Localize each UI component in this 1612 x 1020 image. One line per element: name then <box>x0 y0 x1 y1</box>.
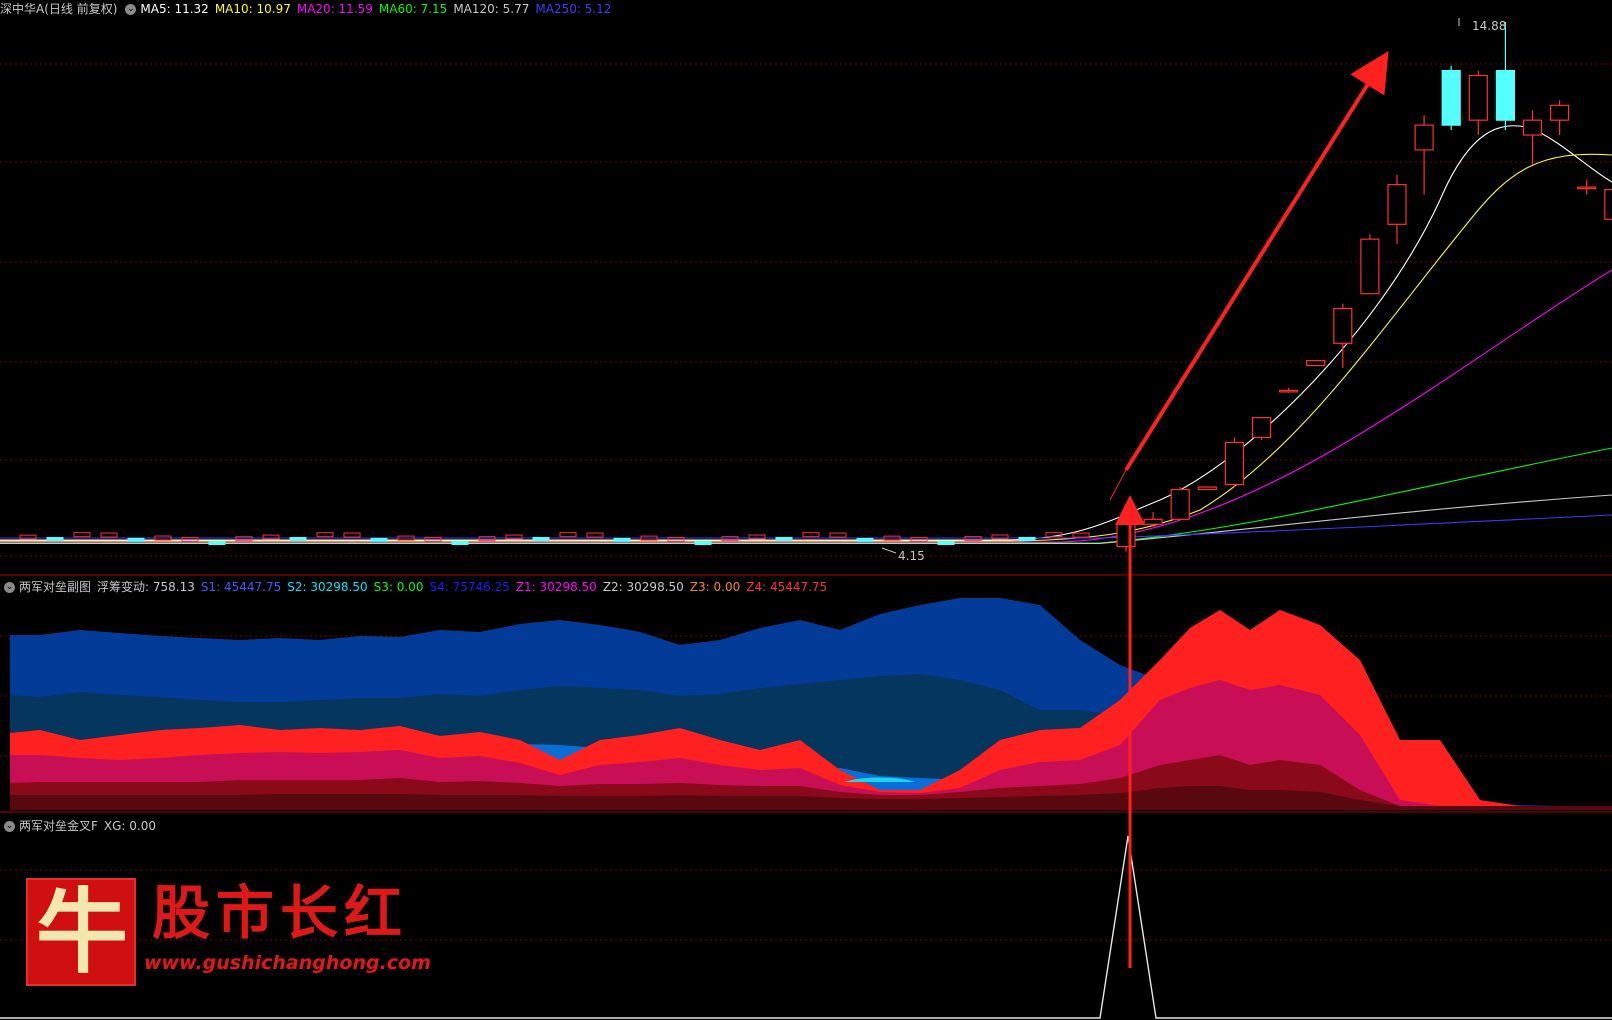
candle <box>1604 188 1612 220</box>
ma-line <box>0 153 1612 542</box>
candle <box>937 541 955 546</box>
sub2-toggle-icon[interactable]: ⌄ <box>4 821 15 832</box>
candle <box>1278 389 1299 393</box>
candle <box>1549 104 1570 121</box>
sub1-legend: 浮筹变动: 758.13 S1: 45447.75 S2: 30298.50 S3: … <box>97 580 833 594</box>
trend-arrow <box>1124 51 1389 472</box>
trend-arrow-tail <box>1109 469 1127 501</box>
candle <box>1441 69 1461 126</box>
legend-item: S2: 30298.50 <box>287 580 368 594</box>
candle <box>73 532 91 538</box>
ma-legend: MA5: 11.32 MA10: 10.97 MA20: 11.59 MA60: 7.… <box>140 2 617 16</box>
candle <box>208 541 226 546</box>
high-label: 14.88 <box>1472 19 1506 33</box>
candle <box>1306 360 1326 367</box>
legend-item: S1: 45447.75 <box>200 580 282 594</box>
sub2-legend: XG: 0.00 <box>104 819 162 833</box>
candle <box>1251 417 1272 439</box>
stock-name: 深中华A(日线 前复权) <box>0 2 118 16</box>
sub2-name: 两军对垒金叉F <box>19 819 98 833</box>
candle <box>1224 441 1245 486</box>
legend-item: MA20: 11.59 <box>296 2 373 16</box>
candle <box>559 532 577 538</box>
legend-item: XG: 0.00 <box>103 819 157 833</box>
sub2-header: ⌄ 两军对垒金叉F XG: 0.00 <box>2 817 168 835</box>
sub1-name: 两军对垒副图 <box>19 580 92 594</box>
candle <box>532 536 550 541</box>
candle <box>1414 124 1434 151</box>
candle <box>370 537 388 542</box>
candle <box>856 537 874 542</box>
legend-item: MA120: 5.77 <box>453 2 530 16</box>
candle <box>100 532 118 538</box>
candle <box>586 532 604 538</box>
legend-item: MA60: 7.15 <box>378 2 448 16</box>
signal-arrows <box>1109 51 1389 968</box>
candlestick-series <box>19 22 1612 552</box>
candle <box>1333 307 1353 344</box>
ox-logo-icon: 牛 <box>26 878 136 986</box>
candle <box>802 532 820 538</box>
legend-item: Z3: 0.00 <box>689 580 741 594</box>
candle <box>289 536 307 541</box>
ma-line <box>0 269 1612 543</box>
legend-item: 浮筹变动: 758.13 <box>97 580 195 594</box>
sub1-header: ⌄ 两军对垒副图 浮筹变动: 758.13 S1: 45447.75 S2: 30298… <box>2 578 839 596</box>
candle <box>343 532 361 538</box>
moving-average-lines <box>0 125 1612 545</box>
army-area-chart <box>10 598 1612 810</box>
legend-item: Z2: 30298.50 <box>602 580 684 594</box>
candle <box>829 532 847 538</box>
candle <box>316 532 334 538</box>
chart-stage: 14.88 4.15 <box>0 18 1612 1019</box>
brand-url: www.gushichanghong.com <box>144 952 431 974</box>
candle <box>775 536 793 541</box>
ma-line <box>0 125 1612 541</box>
candle <box>127 537 145 542</box>
legend-item: Z1: 30298.50 <box>515 580 597 594</box>
low-marker <box>881 547 897 554</box>
candle <box>1072 532 1090 538</box>
legend-item: MA5: 11.32 <box>140 2 209 16</box>
sub1-toggle-icon[interactable]: ⌄ <box>4 582 15 593</box>
legend-item: S3: 0.00 <box>373 580 424 594</box>
candle <box>1360 238 1380 295</box>
candle <box>1018 536 1036 541</box>
candle <box>46 537 64 542</box>
legend-item: Z4: 45447.75 <box>746 580 828 594</box>
candle <box>1197 486 1217 491</box>
ma-line <box>0 514 1612 539</box>
brand-name: 股市长红 <box>152 879 409 947</box>
candle <box>451 541 469 546</box>
ox-character: 牛 <box>35 878 128 986</box>
candle <box>1116 523 1136 548</box>
candle <box>1495 69 1516 121</box>
candle <box>1468 74 1488 121</box>
ma-line <box>0 447 1612 544</box>
candle <box>694 541 712 546</box>
candle <box>1170 488 1190 520</box>
legend-item: MA250: 5.12 <box>535 2 612 16</box>
legend-item: S4: 75746.25 <box>429 580 510 594</box>
low-label: 4.15 <box>898 549 925 563</box>
watermark-logo: 牛 股市长红 www.gushichanghong.com <box>26 878 446 990</box>
candle <box>1522 119 1543 136</box>
candle <box>1577 186 1597 190</box>
candle <box>1387 184 1407 225</box>
indicator-toggle-icon[interactable]: ⌄ <box>125 4 137 15</box>
candle <box>613 537 631 542</box>
legend-item: MA10: 10.97 <box>214 2 291 16</box>
main-chart-header: 深中华A(日线 前复权) ⌄ MA5: 11.32 MA10: 10.97 MA20: … <box>0 0 623 18</box>
candle <box>1143 518 1163 525</box>
